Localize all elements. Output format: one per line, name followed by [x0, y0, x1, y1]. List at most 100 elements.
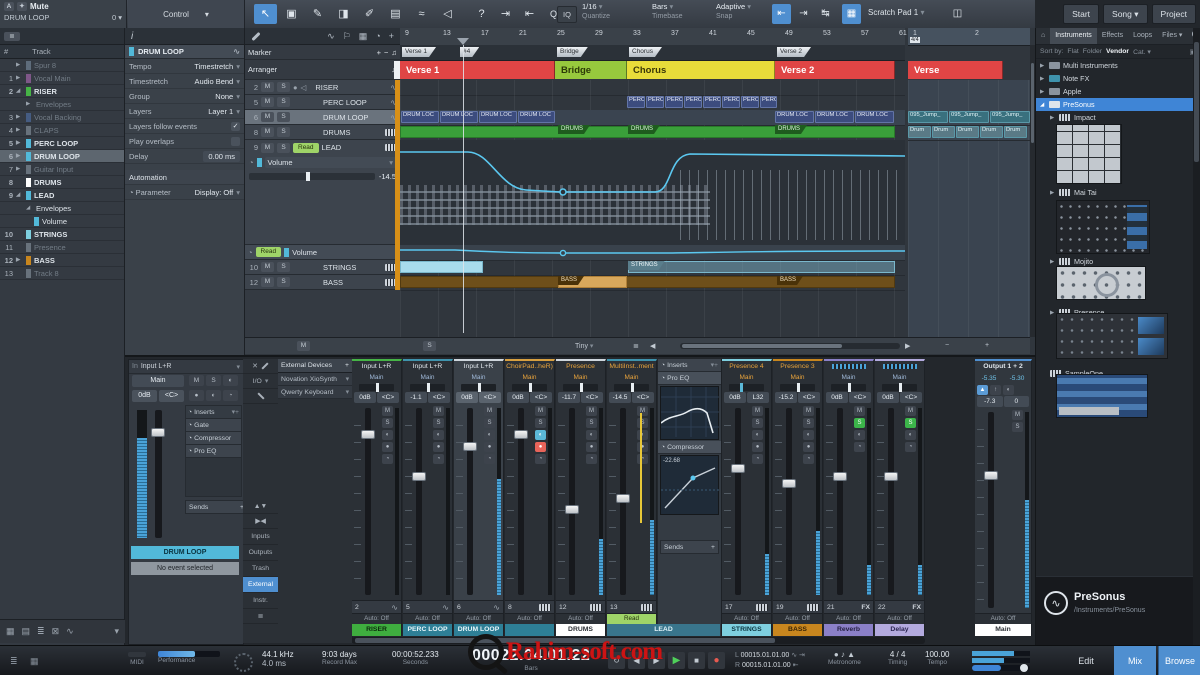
expand-icon[interactable]: ▶	[16, 62, 23, 68]
timer-icon[interactable]: ◔	[905, 442, 916, 452]
follow-cursor-button[interactable]: ↹	[816, 4, 835, 24]
precount-icon[interactable]: ●	[834, 650, 839, 659]
tab-effects[interactable]: Effects	[1097, 28, 1128, 44]
volume-value[interactable]: 0dB	[132, 390, 157, 402]
home-icon[interactable]: ⌂	[1036, 28, 1050, 44]
listen-tool[interactable]: ◁	[436, 4, 459, 24]
control-link-panel[interactable]: Control ▾	[128, 0, 245, 28]
tempo-row[interactable]: TempoTimestretch▾	[125, 59, 244, 74]
channel-instrument[interactable]: Presence 4	[722, 361, 771, 373]
audio-clip[interactable]: PERC	[703, 96, 721, 108]
volume-value[interactable]: -1.1	[405, 392, 427, 403]
global-solo-toggle[interactable]: S	[423, 341, 436, 351]
automation-mode[interactable]: Auto: Off	[773, 613, 822, 624]
tab-loops[interactable]: Loops	[1128, 28, 1157, 44]
record-arm-button[interactable]: ●	[433, 442, 444, 452]
split-tool[interactable]: ✎	[306, 4, 329, 24]
compressor-display[interactable]: -22.68	[660, 455, 719, 515]
channel-output[interactable]: Main	[454, 373, 503, 383]
fader-track[interactable]	[416, 408, 422, 595]
channel-output[interactable]: Main	[403, 373, 452, 383]
chevron-down-icon[interactable]: ▾	[205, 10, 209, 19]
power-icon[interactable]: ◔	[661, 362, 665, 369]
fader-handle[interactable]	[151, 428, 165, 437]
arranger-section[interactable]: Chorus	[627, 61, 775, 79]
audio-clip[interactable]: Drum	[956, 126, 979, 138]
channel-name-plate[interactable]: STRINGS	[722, 624, 771, 636]
power-icon[interactable]: ◔	[129, 188, 134, 197]
track-row[interactable]: 5▶PERC LOOP	[0, 137, 124, 150]
timing-readout[interactable]: 4 / 4 Timing	[888, 650, 907, 666]
solo-button[interactable]: S	[484, 418, 495, 428]
channel-instrument[interactable]: Presence 3	[773, 361, 822, 373]
channel-output[interactable]: Main	[824, 373, 873, 383]
automation-mode[interactable]: Auto: Off	[824, 613, 873, 624]
solo-button[interactable]: S	[637, 418, 648, 428]
fader-handle[interactable]	[514, 430, 528, 439]
stop-button[interactable]: ■	[688, 652, 705, 669]
keys-view-icon[interactable]: ▤	[22, 626, 31, 637]
automation-mode[interactable]: Auto: Off	[454, 613, 503, 624]
instrument-item[interactable]: ▶Impact	[1036, 111, 1200, 124]
track-row[interactable]: 8 DRUMS	[0, 176, 124, 189]
arrange-track-header-lead[interactable]: 9 M S Read LEAD ◔ Volume▾ -14.5	[245, 140, 400, 245]
pan-slider[interactable]	[882, 384, 917, 391]
scratch-pad-select[interactable]: Scratch Pad 1 ▾	[868, 8, 925, 17]
record-arm-button[interactable]: ●	[637, 442, 648, 452]
checkbox-unchecked[interactable]	[231, 137, 240, 146]
record-arm-button[interactable]: ●	[189, 390, 204, 401]
channel-input[interactable]: Input L+R	[352, 361, 401, 373]
channel-name-plate[interactable]: Reverb	[824, 624, 873, 636]
solo-button[interactable]: S	[206, 375, 221, 386]
scratchpad-drums-lane[interactable]: Drum Drum Drum Drum Drum	[908, 125, 1030, 141]
timestretch-row[interactable]: TimestretchAudio Bend▾	[125, 74, 244, 89]
mix-view-button[interactable]: Mix	[1114, 646, 1156, 675]
mute-button[interactable]: M	[261, 97, 274, 107]
main-output-meter[interactable]	[972, 651, 1030, 671]
solo-button[interactable]: S	[1012, 422, 1023, 432]
playhead-marker[interactable]	[457, 38, 469, 45]
power-icon[interactable]: ◔	[661, 444, 665, 451]
stereo-icon[interactable]: ◐	[803, 430, 814, 440]
fader-handle[interactable]	[884, 472, 898, 481]
solo-button[interactable]: S	[586, 418, 597, 428]
mixer-channel[interactable]: Input L+R Main -1.1<C> MS◐●◔ 5∿ Auto: Of…	[403, 359, 453, 636]
insert-slot[interactable]: ◔Gate	[186, 419, 241, 432]
automation-line[interactable]	[400, 245, 905, 260]
sort-category[interactable]: Cat. ▾	[1133, 48, 1151, 56]
monitor-button-on[interactable]: ◐	[535, 430, 546, 440]
fx-channel[interactable]: Main 0dB<C> MS◐◔ 22FX Auto: Off Delay	[875, 359, 925, 636]
audio-clip[interactable]: Drum	[1004, 126, 1027, 138]
insert-slot[interactable]: ◔Pro EQ	[658, 372, 721, 385]
pan-slider[interactable]	[780, 384, 815, 391]
audio-clip[interactable]: DRUM LOC	[401, 111, 439, 123]
fader-track[interactable]	[888, 408, 894, 595]
metronome-block[interactable]: ● ♪ ▲ Metronome	[828, 650, 861, 666]
track-row[interactable]: ▶Spur 8	[0, 59, 124, 72]
volume-value[interactable]: 0dB	[456, 392, 478, 403]
song-page-button[interactable]: Song ▾	[1103, 4, 1148, 24]
track-row[interactable]: 3▶Vocal Backing	[0, 111, 124, 124]
fader-track[interactable]	[155, 410, 162, 538]
fader-handle[interactable]	[782, 479, 796, 488]
help-button[interactable]: ?	[470, 4, 493, 24]
close-icon[interactable]: ⊠	[52, 626, 60, 637]
timer-icon[interactable]: ◔	[586, 454, 597, 464]
expand-icon[interactable]: ▶	[16, 153, 23, 159]
automation-mode-icon[interactable]: A	[4, 2, 14, 11]
audio-clip[interactable]: Drum	[932, 126, 955, 138]
volume-value[interactable]: -11.7	[558, 392, 580, 403]
fader-track[interactable]	[620, 408, 626, 595]
audio-clip[interactable]: DRUM LOC	[815, 111, 854, 123]
track-height-select[interactable]: Tiny ▾	[575, 342, 593, 350]
bank-instr[interactable]: Instr.	[243, 593, 278, 609]
record-arm-button[interactable]: ●	[382, 442, 393, 452]
track-row[interactable]: 12▶BASS	[0, 254, 124, 267]
wrench-icon[interactable]	[251, 31, 260, 40]
timer-icon[interactable]: ◔	[223, 390, 238, 401]
audio-clip[interactable]	[400, 276, 895, 288]
timer-icon[interactable]: ◔	[535, 454, 546, 464]
collapse-icon[interactable]: ◢	[16, 88, 23, 94]
iq-badge[interactable]: IQ	[557, 6, 577, 23]
pan-slider[interactable]	[512, 384, 547, 391]
